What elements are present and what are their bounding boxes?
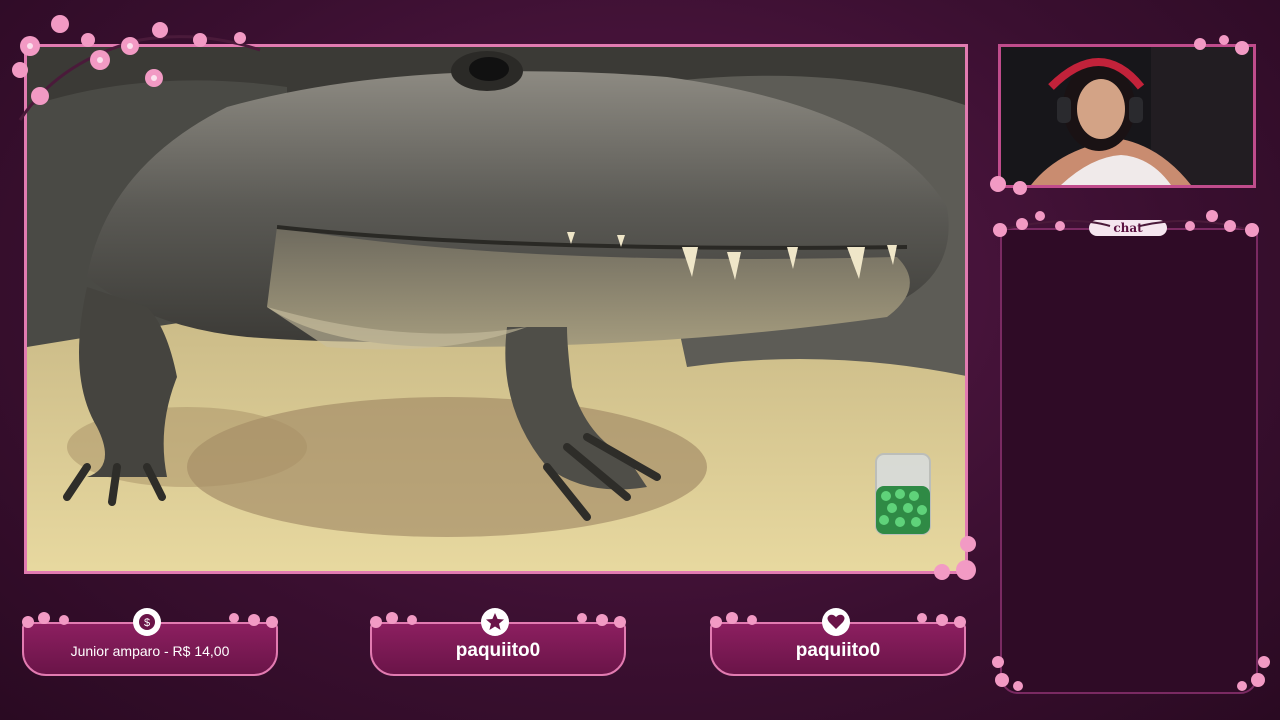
cherry-blossom-main-bottom-right (934, 536, 976, 580)
cherry-blossom-alert-2 (370, 612, 626, 628)
cherry-blossom-top-left (12, 15, 261, 121)
cherry-blossom-chat-header (993, 210, 1259, 237)
chat-panel[interactable] (1000, 228, 1258, 694)
cherry-blossom-cam-top (1194, 35, 1249, 55)
cherry-blossom-alert-3 (710, 612, 966, 628)
clover-jar (875, 453, 931, 535)
cherry-blossom-chat-bottom-left (992, 656, 1023, 691)
cherry-blossom-cam-bottom (990, 176, 1027, 195)
cherry-blossom-alert-1 (22, 612, 278, 628)
cherry-blossom-chat-bottom-right (1237, 656, 1270, 691)
